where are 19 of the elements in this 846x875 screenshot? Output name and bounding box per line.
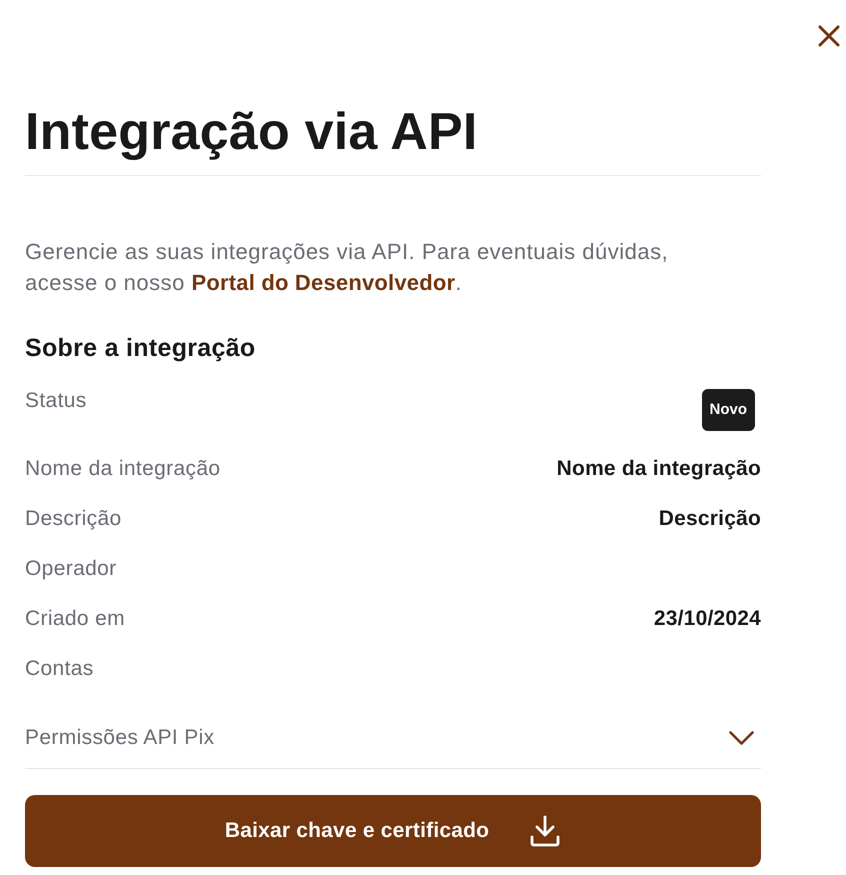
- field-value: 23/10/2024: [654, 607, 761, 631]
- download-button[interactable]: Baixar chave e certificado: [25, 795, 761, 867]
- field-label: Operador: [25, 557, 117, 581]
- field-value: Nome da integração: [556, 457, 761, 481]
- field-value: Descrição: [658, 507, 761, 531]
- field-label: Criado em: [25, 607, 126, 631]
- download-icon: [529, 815, 562, 847]
- status-badge: Novo: [702, 389, 755, 431]
- field-label: Nome da integração: [25, 457, 220, 481]
- page-title: Integração via API: [25, 102, 761, 176]
- close-button[interactable]: [818, 25, 840, 47]
- field-label: Status: [25, 389, 87, 413]
- section-heading: Sobre a integração: [25, 333, 256, 363]
- field-label: Descrição: [25, 507, 122, 531]
- portal-link[interactable]: Portal do Desenvolvedor: [191, 270, 456, 295]
- intro-text: Gerencie as suas integrações via API. Para eventuais dúvidas, acesse o nosso Portal do Desenvolvedor.: [25, 238, 670, 297]
- accordion-header[interactable]: Permissões API Pix: [25, 708, 761, 769]
- field-label: Contas: [25, 657, 94, 681]
- close-icon: [818, 25, 840, 47]
